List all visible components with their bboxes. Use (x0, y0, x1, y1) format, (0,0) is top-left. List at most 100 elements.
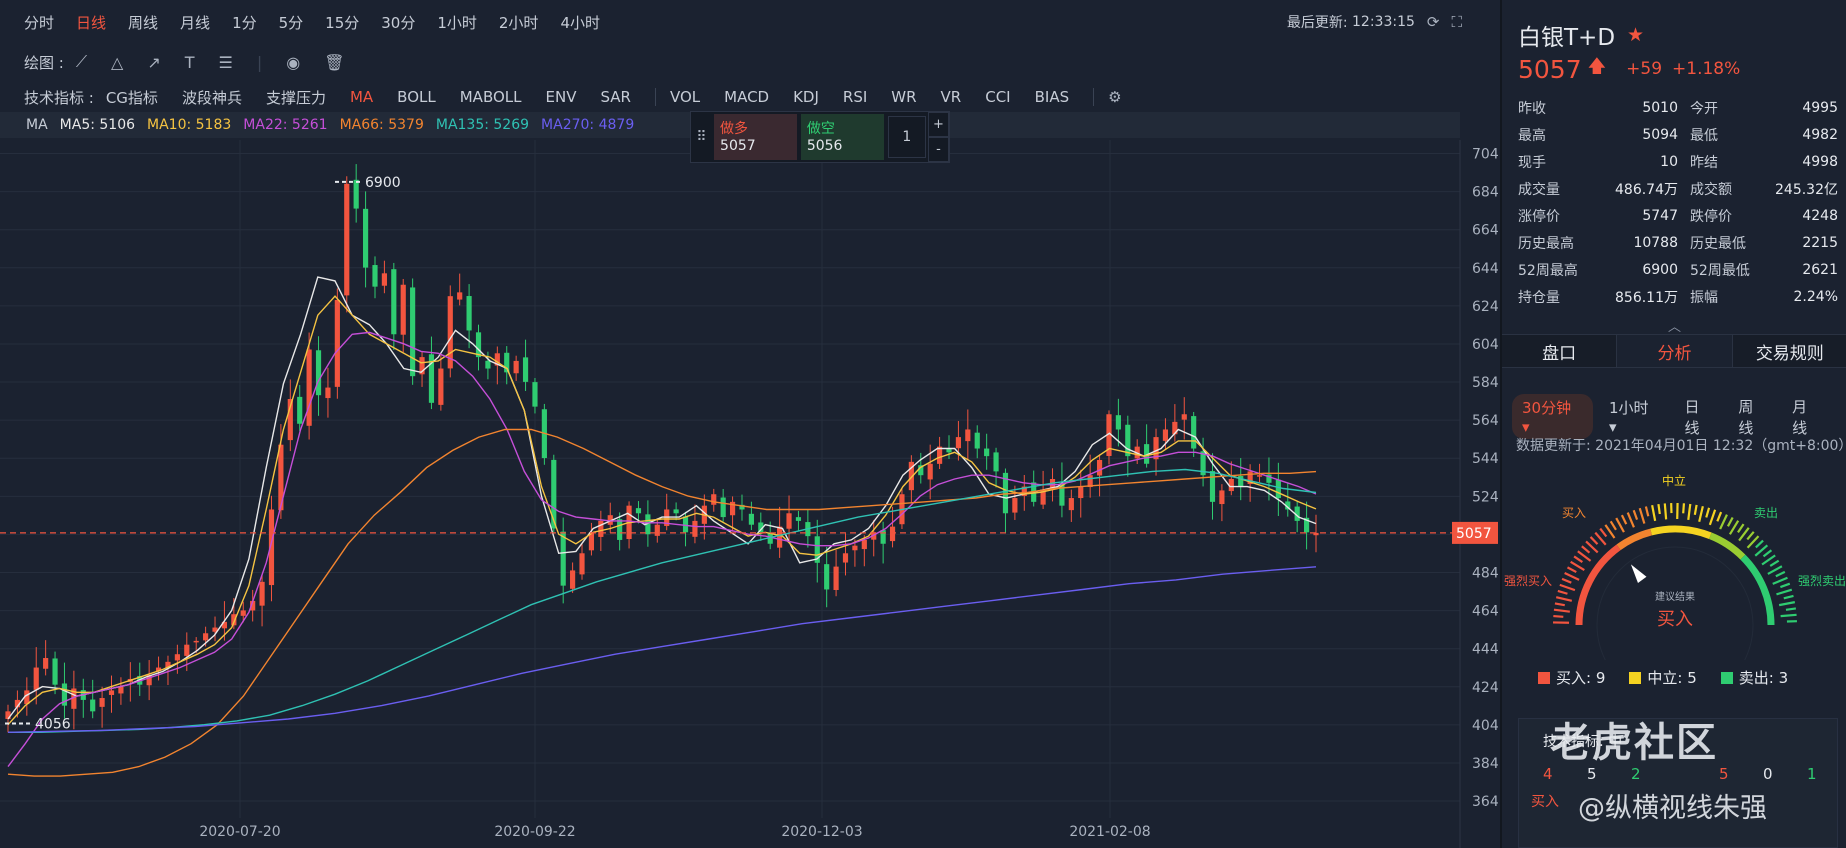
candle-body (833, 566, 839, 590)
candle-body (297, 396, 303, 424)
gauge-tick (1693, 504, 1698, 515)
candle-body (617, 519, 623, 540)
gauge-tick (1553, 614, 1564, 618)
stat-value: 10788 (1633, 234, 1678, 251)
gauge-band (1575, 544, 1621, 626)
stat-value: 2621 (1802, 261, 1838, 278)
gauge-label-strong-buy: 强烈买入 (1504, 574, 1552, 588)
gauge-result: 买入 (1657, 609, 1693, 630)
long-button[interactable]: 做多 5057 (714, 114, 797, 160)
gauge-tick (1783, 594, 1794, 600)
plus-button[interactable]: + (927, 112, 949, 137)
candle-body (52, 658, 58, 685)
minus-button[interactable]: - (927, 137, 949, 162)
star-icon[interactable]: ★ (1627, 24, 1644, 46)
app-root: 分时 日线 周线 月线 1分 5分 15分 30分 1小时 2小时 4小时 最后更新: 12:33:… (0, 0, 1846, 848)
stat-label: 振幅 (1690, 289, 1718, 306)
panel-tab[interactable]: 盘口 (1502, 335, 1618, 367)
stat-value: 5747 (1642, 207, 1678, 224)
candle-body (946, 448, 952, 453)
candle-body (1068, 498, 1074, 511)
analysis-period-tab[interactable]: 日线 (1685, 396, 1715, 438)
analysis-period-tab[interactable]: 周线 (1738, 396, 1768, 438)
candle-body (984, 448, 990, 457)
gauge-tick (1708, 509, 1717, 526)
short-price: 5056 (806, 138, 843, 154)
candle-body (560, 531, 566, 586)
watermark-author: @纵横视线朱强 (1578, 793, 1767, 824)
annotation-label: 6900 (365, 175, 401, 191)
stat-label: 成交量 (1518, 181, 1560, 198)
candle-body (786, 513, 792, 529)
rating-gauge: 强烈买入买入中立卖出强烈卖出建议结果买入 (1504, 473, 1846, 660)
rating-count: 卖出: 3 (1720, 667, 1788, 688)
gauge-tick (1564, 572, 1580, 581)
stat-value: 4248 (1802, 207, 1838, 224)
y-tick-label: 3849 (1472, 756, 1498, 772)
y-tick-label: 4249 (1472, 680, 1498, 696)
gauge-tick (1638, 507, 1646, 524)
candle-body (522, 357, 529, 382)
stat-value: 6900 (1642, 261, 1678, 278)
gauge-tick (1609, 520, 1617, 531)
candle-body (635, 508, 642, 514)
candle-body (880, 530, 886, 544)
gauge-tick (1626, 512, 1635, 528)
stat-label: 现手 (1518, 154, 1546, 171)
candle-body (90, 699, 96, 712)
panel-tab[interactable]: 交易规则 (1733, 335, 1846, 367)
gauge-tick (1737, 523, 1745, 533)
candle-body (485, 360, 491, 369)
candle-body (532, 382, 538, 407)
gauge-tick (1657, 503, 1661, 515)
candle-body (203, 633, 209, 641)
gauge-band (1708, 532, 1746, 560)
candle-body (43, 658, 49, 669)
drag-handle-icon[interactable]: ⠿ (691, 112, 712, 162)
candle-body (466, 296, 472, 331)
candle-body (1078, 486, 1084, 499)
short-button[interactable]: 做空 5056 (800, 114, 884, 160)
gauge-tick (1663, 503, 1668, 520)
summary-count: 5 (1719, 765, 1729, 783)
analysis-period-tabs: 30分钟 ▾ 1小时 ▾ 日线 周线 月线 (1512, 394, 1846, 439)
analysis-period-tab[interactable]: 月线 (1792, 396, 1822, 438)
stat-label: 昨结 (1690, 154, 1718, 171)
gauge-tick (1570, 560, 1585, 572)
candle-body (438, 368, 444, 405)
gauge-tick (1705, 507, 1711, 518)
analysis-period-tab[interactable]: 1小时 ▾ (1609, 397, 1661, 436)
stat-value: 856.11万 (1615, 289, 1678, 306)
gauge-tick (1589, 536, 1599, 545)
quote-stat-row: 现手 10 昨结 4998 (1518, 148, 1838, 175)
quote-stat-row: 持仓量 856.11万 振幅 2.24% (1518, 283, 1838, 310)
x-tick-label: 2020-09-22 (494, 824, 575, 840)
collapse-icon[interactable]: ︿ (1668, 316, 1681, 335)
analysis-period-tab[interactable]: 30分钟 ▾ (1512, 394, 1593, 439)
candle-body (974, 432, 980, 449)
candle-body (720, 497, 726, 518)
y-tick-label: 4049 (1472, 718, 1498, 734)
candle-body (927, 463, 933, 480)
quantity-input[interactable]: 1 (887, 116, 926, 158)
panel-tab[interactable]: 分析 (1617, 335, 1733, 367)
stat-label: 跌停价 (1690, 208, 1732, 225)
candle-body (861, 539, 867, 550)
stat-value: 486.74万 (1615, 181, 1678, 198)
candle-body (654, 524, 660, 536)
quantity-stepper: + - (927, 112, 949, 162)
y-tick-label: 6249 (1472, 299, 1498, 315)
candle-body (325, 387, 331, 399)
candle-body (1115, 415, 1121, 430)
rating-counts: 买入: 9 中立: 5 卖出: 3 (1538, 667, 1812, 688)
candle-body (193, 640, 199, 643)
x-tick-label: 2020-07-20 (199, 824, 280, 840)
stat-value: 2215 (1802, 234, 1838, 251)
gauge-inner-ring (1596, 546, 1754, 660)
candle-body (795, 517, 802, 521)
candle-body (824, 564, 830, 590)
candle-body (1275, 479, 1281, 499)
candle-body (570, 570, 576, 589)
gauge-tick (1651, 504, 1657, 522)
rating-count: 中立: 5 (1629, 667, 1697, 688)
